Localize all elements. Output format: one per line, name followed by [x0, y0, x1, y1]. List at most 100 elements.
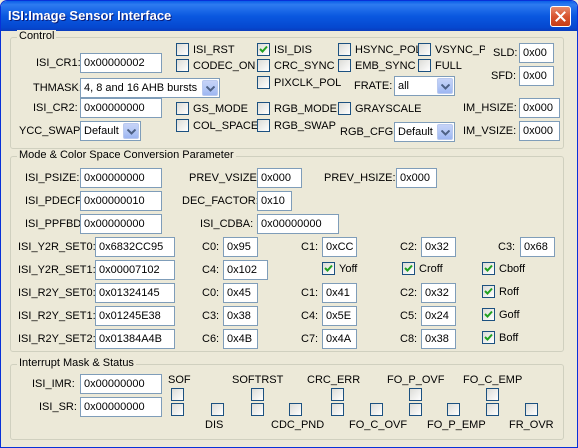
chevron-down-icon: [206, 86, 215, 92]
irq-mask-checkbox[interactable]: [486, 388, 499, 401]
isi-cr2-field[interactable]: 0x00000000: [80, 98, 162, 118]
y2r-c3-field[interactable]: 0x68: [520, 237, 555, 257]
thmask-dropdown-button[interactable]: [202, 80, 218, 96]
irq-status-checkbox[interactable]: [486, 403, 499, 416]
r2y-set0-field[interactable]: 0x01324145: [95, 283, 175, 303]
chevron-down-icon: [127, 129, 136, 135]
irq-status-checkbox[interactable]: [447, 403, 460, 416]
ycc-swap-select[interactable]: Default: [80, 121, 141, 141]
sfd-field[interactable]: 0x00: [519, 66, 554, 86]
irq-mask-checkbox[interactable]: [171, 388, 184, 401]
r2y-c0-field[interactable]: 0x45: [223, 283, 258, 303]
rgb-mode-checkbox[interactable]: [257, 102, 270, 115]
isi-pdecf-field[interactable]: 0x00000010: [80, 191, 162, 211]
close-icon: [555, 11, 566, 22]
y2r-c2-label: C2:: [400, 241, 418, 253]
y2r-set1-label: ISI_Y2R_SET1:: [18, 264, 96, 276]
hsync-pol-checkbox[interactable]: [338, 43, 351, 56]
rgb-cfg-select[interactable]: Default: [394, 122, 455, 142]
isi-psize-field[interactable]: 0x00000000: [80, 168, 162, 188]
thmask-select[interactable]: 4, 8 and 16 AHB bursts: [80, 78, 220, 98]
vsync-pol-label: VSYNC_PO: [435, 44, 485, 56]
im-vsize-field[interactable]: 0x000: [519, 121, 560, 141]
im-vsize-label: IM_VSIZE:: [463, 125, 517, 137]
r2y-c2-label: C2:: [400, 287, 418, 299]
r2y-c8-field[interactable]: 0x38: [421, 329, 456, 349]
isi-window: ISI:Image Sensor Interface Control ISI_C…: [0, 0, 578, 448]
irq-label-sof: SOF: [168, 374, 191, 386]
r2y-c5-field[interactable]: 0x24: [421, 306, 456, 326]
r2y-c3-field[interactable]: 0x38: [223, 306, 258, 326]
vsync-pol-checkbox[interactable]: [418, 43, 431, 56]
r2y-c7-field[interactable]: 0x4A: [322, 329, 357, 349]
irq-status-checkbox[interactable]: [251, 403, 264, 416]
frate-dropdown-button[interactable]: [437, 78, 453, 94]
r2y-c4-field[interactable]: 0x5E: [322, 306, 357, 326]
full-checkbox[interactable]: [418, 59, 431, 72]
rgb-swap-checkbox[interactable]: [257, 119, 270, 132]
y2r-set0-field[interactable]: 0x6832CC95: [95, 237, 175, 257]
y2r-c0-field[interactable]: 0x95: [223, 237, 258, 257]
codec-on-checkbox[interactable]: [176, 59, 189, 72]
isi-dis-checkbox[interactable]: [257, 43, 270, 56]
isi-cr1-field[interactable]: 0x00000002: [80, 53, 162, 73]
gs-mode-label: GS_MODE: [193, 103, 249, 115]
r2y-set1-field[interactable]: 0x01245E38: [95, 306, 175, 326]
irq-mask-checkbox[interactable]: [331, 388, 344, 401]
irq-status-checkbox[interactable]: [525, 403, 538, 416]
r2y-c1-field[interactable]: 0x41: [322, 283, 357, 303]
isi-ppfbd-field[interactable]: 0x00000000: [80, 214, 162, 234]
pixclk-pol-checkbox[interactable]: [257, 76, 270, 89]
roff-checkbox[interactable]: [482, 285, 495, 298]
col-space-checkbox[interactable]: [176, 119, 189, 132]
thmask-label: THMASK:: [33, 82, 82, 94]
r2y-set2-field[interactable]: 0x01384A4B: [95, 329, 175, 349]
irq-mask-checkbox[interactable]: [251, 388, 264, 401]
grayscale-checkbox[interactable]: [338, 102, 351, 115]
y2r-c0-label: C0:: [202, 241, 220, 253]
close-button[interactable]: [550, 6, 571, 27]
y2r-c1-field[interactable]: 0xCC: [322, 237, 357, 257]
irq-status-checkbox[interactable]: [409, 403, 422, 416]
gs-mode-checkbox[interactable]: [176, 102, 189, 115]
r2y-c2-field[interactable]: 0x32: [421, 283, 456, 303]
boff-label: Boff: [499, 332, 519, 344]
rgb-cfg-dropdown-button[interactable]: [437, 124, 453, 140]
isi-rst-checkbox[interactable]: [176, 43, 189, 56]
croff-checkbox[interactable]: [402, 262, 415, 275]
y2r-c4-field[interactable]: 0x102: [223, 260, 268, 280]
boff-checkbox[interactable]: [482, 331, 495, 344]
y2r-set1-field[interactable]: 0x00007102: [95, 260, 175, 280]
interrupt-group-title: Interrupt Mask & Status: [17, 357, 136, 369]
irq-status-checkbox[interactable]: [370, 403, 383, 416]
sld-field[interactable]: 0x00: [519, 43, 554, 63]
cboff-checkbox[interactable]: [482, 262, 495, 275]
prev-vsize-label: PREV_VSIZE:: [189, 172, 260, 184]
emb-sync-checkbox[interactable]: [338, 59, 351, 72]
irq-mask-checkbox[interactable]: [409, 388, 422, 401]
y2r-c2-field[interactable]: 0x32: [421, 237, 456, 257]
title-bar[interactable]: ISI:Image Sensor Interface: [1, 1, 577, 31]
irq-status-checkbox[interactable]: [171, 403, 184, 416]
col-space-label: COL_SPACE: [193, 120, 259, 132]
isi-cdba-field[interactable]: 0x00000000: [257, 214, 339, 234]
isi-imr-field[interactable]: 0x00000000: [80, 374, 162, 394]
im-hsize-field[interactable]: 0x000: [519, 98, 560, 118]
irq-status-checkbox[interactable]: [331, 403, 344, 416]
crc-sync-checkbox[interactable]: [257, 59, 270, 72]
isi-pdecf-label: ISI_PDECF:: [25, 195, 85, 207]
r2y-c6-field[interactable]: 0x4B: [223, 329, 258, 349]
frate-select[interactable]: all: [394, 76, 455, 96]
goff-checkbox[interactable]: [482, 308, 495, 321]
irq-status-checkbox[interactable]: [211, 403, 224, 416]
ycc-swap-dropdown-button[interactable]: [123, 123, 139, 139]
prev-vsize-field[interactable]: 0x000: [257, 168, 302, 188]
chevron-down-icon: [441, 84, 450, 90]
sld-label: SLD:: [493, 47, 518, 59]
irq-status-checkbox[interactable]: [289, 403, 302, 416]
isi-sr-field[interactable]: 0x00000000: [80, 397, 162, 417]
rgb-mode-label: RGB_MODE: [274, 103, 337, 115]
yoff-checkbox[interactable]: [322, 262, 335, 275]
dec-factor-field[interactable]: 0x10: [257, 191, 292, 211]
prev-hsize-field[interactable]: 0x000: [396, 168, 437, 188]
